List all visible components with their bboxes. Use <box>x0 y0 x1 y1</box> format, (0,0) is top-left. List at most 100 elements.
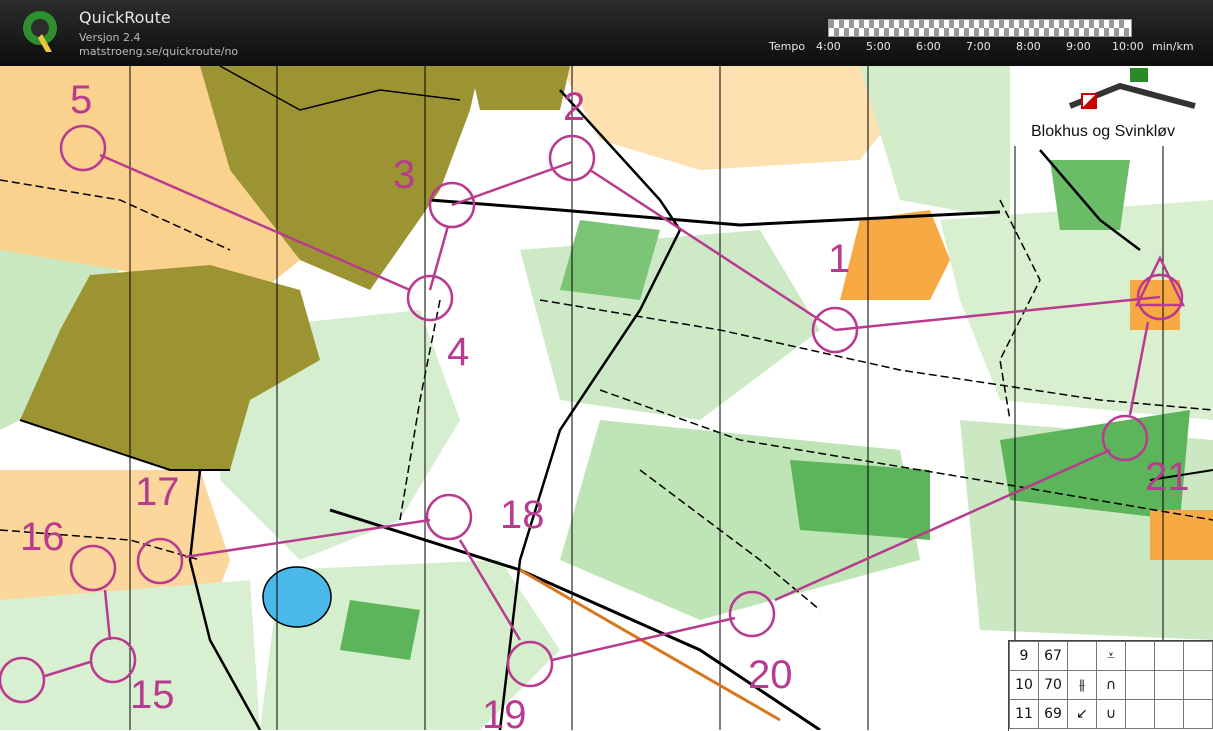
control-label: 15 <box>130 673 175 717</box>
legend-row: 11 69 ↙ ∪ <box>1009 699 1213 729</box>
tempo-scale-cell <box>1109 20 1114 28</box>
app-title: QuickRoute <box>79 8 171 27</box>
control-label: 21 <box>1145 455 1190 499</box>
plantation <box>340 600 420 660</box>
tempo-scale-cell <box>869 20 874 28</box>
tempo-scale-cell <box>1084 28 1089 36</box>
control-label: 18 <box>500 493 545 537</box>
tempo-scale-cell <box>954 28 959 36</box>
tempo-scale-cell <box>974 28 979 36</box>
tempo-unit: min/km <box>1152 40 1194 53</box>
tempo-scale-cell <box>984 28 989 36</box>
legend-row: 9 67 ⩡ <box>1009 641 1213 671</box>
tempo-scale-cell <box>994 28 999 36</box>
tempo-scale-cell <box>1059 20 1064 28</box>
tempo-scale-cell <box>874 28 879 36</box>
tempo-scale-cell <box>1104 28 1109 36</box>
tempo-scale-cell <box>864 28 869 36</box>
field-area <box>1150 510 1213 560</box>
tempo-scale-cell <box>934 28 939 36</box>
tempo-tick: 6:00 <box>916 40 941 53</box>
tempo-tick: 9:00 <box>1066 40 1091 53</box>
legend-number: 10 <box>1009 670 1039 700</box>
control-label: 1 <box>828 237 850 281</box>
tempo-scale-cell <box>919 20 924 28</box>
feature-symbol-icon: ⫵ <box>1067 670 1097 700</box>
tempo-scale-cell <box>909 20 914 28</box>
tempo-scale-cell <box>1069 20 1074 28</box>
tempo-scale-cell <box>834 28 839 36</box>
control-label: 5 <box>70 78 92 122</box>
plantation <box>790 460 930 540</box>
tempo-scale-cell <box>1024 28 1029 36</box>
legend-number: 9 <box>1009 641 1039 671</box>
tempo-scale-cell <box>829 20 834 28</box>
app-version: Versjon 2.4 matstroeng.se/quickroute/no <box>79 31 239 58</box>
tempo-scale-cell <box>1039 20 1044 28</box>
tempo-color-scale <box>828 19 1132 37</box>
lake <box>262 566 332 628</box>
legend-code: 67 <box>1038 641 1068 671</box>
legend-number: 11 <box>1009 699 1039 729</box>
tempo-scale-cell <box>1114 28 1119 36</box>
tempo-scale-cell <box>904 28 909 36</box>
tempo-scale-cell <box>924 28 929 36</box>
tempo-scale-cell <box>844 28 849 36</box>
tempo-scale-cell <box>929 20 934 28</box>
tempo-tick: 10:00 <box>1112 40 1144 53</box>
tempo-tick: 5:00 <box>866 40 891 53</box>
tempo-scale-cell <box>889 20 894 28</box>
tempo-scale-cell <box>1064 28 1069 36</box>
control-label: 17 <box>135 470 180 514</box>
tempo-scale-cell <box>839 20 844 28</box>
legend-code: 69 <box>1038 699 1068 729</box>
tempo-scale-cell <box>914 28 919 36</box>
tempo-scale-cell <box>1074 28 1079 36</box>
tempo-scale-cell <box>964 28 969 36</box>
tempo-scale-cell <box>969 20 974 28</box>
feature-symbol-icon: ∪ <box>1096 699 1126 729</box>
tempo-scale-cell <box>894 28 899 36</box>
tempo-scale-cell <box>989 20 994 28</box>
tempo-scale-cell <box>849 20 854 28</box>
tempo-scale-cell <box>1054 28 1059 36</box>
feature-symbol-icon: ↙ <box>1067 699 1097 729</box>
tempo-tick: 8:00 <box>1016 40 1041 53</box>
control-label: 3 <box>393 153 415 197</box>
map-title: Blokhus og Svinkløv <box>1031 123 1176 140</box>
tempo-scale-cell <box>859 20 864 28</box>
control-label: 4 <box>447 330 469 374</box>
app-header: QuickRoute Versjon 2.4 matstroeng.se/qui… <box>0 0 1213 67</box>
tempo-scale-cell <box>899 20 904 28</box>
map-logo-graphic <box>1068 68 1196 109</box>
tempo-scale-cell <box>959 20 964 28</box>
tempo-scale-cell <box>1009 20 1014 28</box>
tempo-scale-cell <box>999 20 1004 28</box>
tempo-scale-cell <box>1014 28 1019 36</box>
tempo-scale-cell <box>1094 28 1099 36</box>
tempo-scale-cell <box>949 20 954 28</box>
feature-symbol-icon: ⩡ <box>1096 641 1126 671</box>
orienteering-map[interactable]: 1 2 3 4 5 15 16 17 18 19 20 21 Blokhus o… <box>0 66 1213 730</box>
control-label: 16 <box>20 515 65 559</box>
plantation <box>1050 160 1130 230</box>
settlement-area <box>470 66 570 110</box>
tempo-tick: 4:00 <box>816 40 841 53</box>
tempo-scale-cell <box>1019 20 1024 28</box>
control-label: 2 <box>563 85 585 129</box>
quickroute-logo <box>23 11 57 52</box>
legend-empty <box>1067 641 1097 671</box>
tempo-scale-cell <box>1049 20 1054 28</box>
control-label: 20 <box>748 653 793 697</box>
tempo-scale-cell <box>1034 28 1039 36</box>
tempo-label: Tempo <box>769 40 806 53</box>
tempo-tick: 7:00 <box>966 40 991 53</box>
tempo-scale-cell <box>854 28 859 36</box>
map-canvas[interactable]: 1 2 3 4 5 15 16 17 18 19 20 21 <box>0 66 1213 730</box>
tempo-scale-cell <box>1079 20 1084 28</box>
feature-symbol-icon: ∩ <box>1096 670 1126 700</box>
tempo-scale-cell <box>879 20 884 28</box>
tempo-scale-cell <box>979 20 984 28</box>
legend-code: 70 <box>1038 670 1068 700</box>
tempo-scale-cell <box>1044 28 1049 36</box>
